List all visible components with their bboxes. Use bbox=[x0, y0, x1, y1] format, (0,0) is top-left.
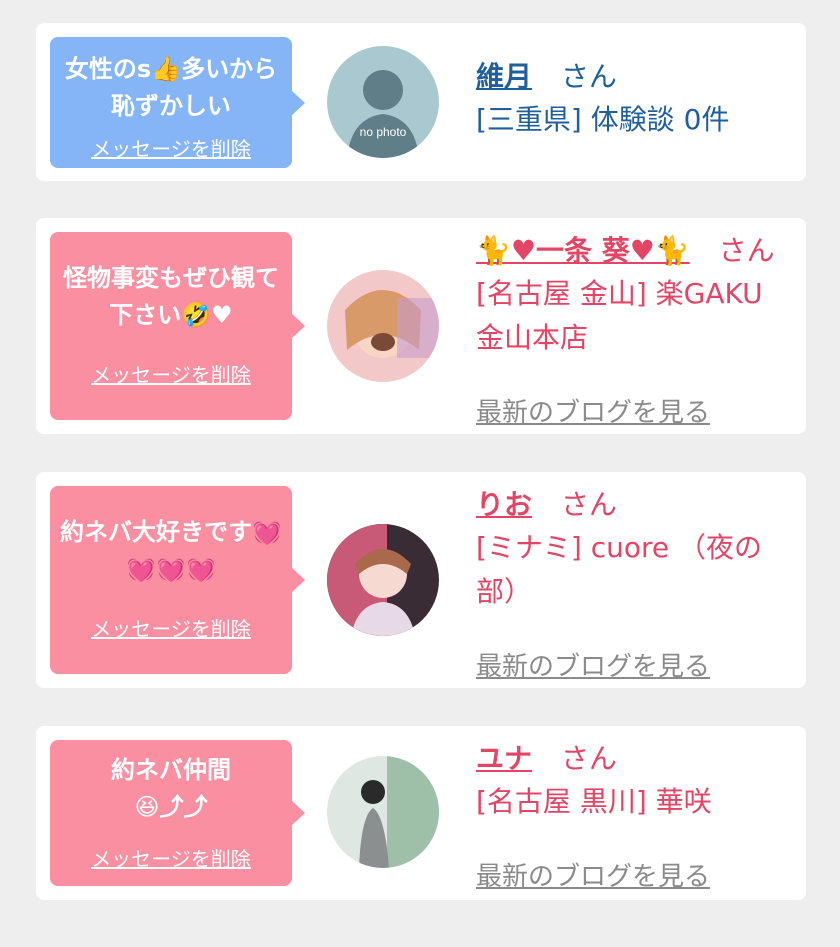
honorific: さん bbox=[560, 742, 617, 775]
delete-message-link[interactable]: メッセージを削除 bbox=[50, 133, 292, 162]
user-info: 維月 さん [三重県] 体験談 0件 bbox=[476, 56, 788, 142]
user-card-1: 女性のs👍多いから恥ずかしい メッセージを削除 no photo 維月 さん [… bbox=[36, 23, 806, 181]
user-card-4: 約ネバ仲間😆⤴⤴ メッセージを削除 ユナ さん [名古屋 黒川] 華咲 最新のブ… bbox=[36, 726, 806, 900]
delete-message-link[interactable]: メッセージを削除 bbox=[50, 613, 292, 642]
avatar[interactable] bbox=[327, 524, 439, 636]
user-name-link[interactable]: りお bbox=[476, 488, 532, 521]
delete-message-link[interactable]: メッセージを削除 bbox=[50, 359, 292, 388]
user-photo-icon bbox=[327, 270, 439, 382]
user-photo-icon bbox=[327, 756, 439, 868]
message-text: 約ネバ仲間😆⤴⤴ bbox=[111, 756, 231, 821]
message-bubble: 約ネバ大好きです💓💓💓💓 メッセージを削除 bbox=[50, 486, 305, 674]
user-info: ユナ さん [名古屋 黒川] 華咲 最新のブログを見る bbox=[476, 738, 788, 892]
message-bubble: 怪物事変もぜひ観て下さい🤣♥ メッセージを削除 bbox=[50, 232, 305, 420]
latest-blog-link[interactable]: 最新のブログを見る bbox=[476, 650, 710, 684]
location-text: [名古屋 黒川] 華咲 bbox=[476, 785, 712, 818]
user-name-link[interactable]: 維月 bbox=[476, 60, 532, 93]
honorific: さん bbox=[718, 234, 775, 267]
user-info: 🐈♥一条 葵♥🐈 さん [名古屋 金山] 楽GAKU金山本店 最新のブログを見る bbox=[476, 230, 788, 428]
latest-blog-link[interactable]: 最新のブログを見る bbox=[476, 396, 710, 430]
user-card-3: 約ネバ大好きです💓💓💓💓 メッセージを削除 りお さん [ミナミ] cuore … bbox=[36, 472, 806, 688]
user-name-link[interactable]: ユナ bbox=[476, 742, 532, 775]
message-bubble: 約ネバ仲間😆⤴⤴ メッセージを削除 bbox=[50, 740, 305, 886]
honorific: さん bbox=[560, 60, 617, 93]
location-text: [三重県] 体験談 0件 bbox=[476, 103, 730, 136]
user-name-link[interactable]: 🐈♥一条 葵♥🐈 bbox=[476, 234, 690, 267]
honorific: さん bbox=[560, 488, 617, 521]
message-text: 怪物事変もぜひ観て下さい🤣♥ bbox=[63, 264, 279, 329]
no-photo-avatar-icon: no photo bbox=[327, 46, 439, 158]
user-card-2: 怪物事変もぜひ観て下さい🤣♥ メッセージを削除 🐈♥一条 葵♥🐈 さん [名古屋… bbox=[36, 218, 806, 434]
location-text: [名古屋 金山] 楽GAKU金山本店 bbox=[476, 277, 763, 354]
delete-message-link[interactable]: メッセージを削除 bbox=[50, 843, 292, 872]
avatar[interactable] bbox=[327, 270, 439, 382]
message-bubble: 女性のs👍多いから恥ずかしい メッセージを削除 bbox=[50, 37, 305, 168]
avatar[interactable] bbox=[327, 756, 439, 868]
user-photo-icon bbox=[327, 524, 439, 636]
message-text: 約ネバ大好きです💓💓💓💓 bbox=[60, 518, 282, 583]
location-text: [ミナミ] cuore （夜の部） bbox=[476, 531, 763, 608]
avatar-caption: no photo bbox=[360, 125, 407, 139]
avatar[interactable]: no photo bbox=[327, 46, 439, 158]
user-info: りお さん [ミナミ] cuore （夜の部） 最新のブログを見る bbox=[476, 484, 788, 682]
message-text: 女性のs👍多いから恥ずかしい bbox=[64, 55, 278, 120]
latest-blog-link[interactable]: 最新のブログを見る bbox=[476, 860, 710, 894]
